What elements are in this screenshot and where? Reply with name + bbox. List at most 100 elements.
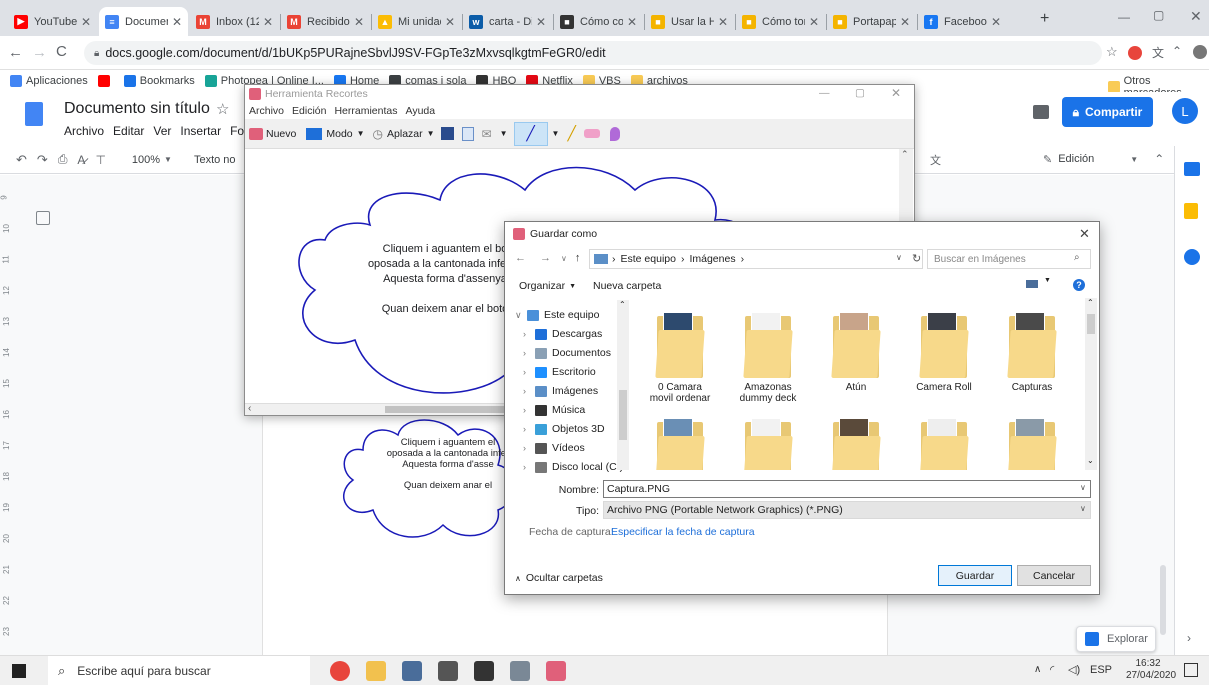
capture-date-link[interactable]: Especificar la fecha de captura [611,526,755,538]
docs-menu-item[interactable]: Ver [153,124,171,138]
snip-menu-item[interactable]: Archivo [249,105,284,117]
document-title[interactable]: Documento sin título [64,100,210,118]
explore-button[interactable]: Explorar [1076,626,1156,652]
scroll-up-icon[interactable]: ⌃ [619,300,626,309]
paint-format-icon[interactable]: ⊤ [95,153,105,167]
snip-menu-item[interactable]: Edición [292,105,326,117]
chevron-right-icon[interactable]: › [523,348,535,358]
breadcrumb[interactable]: › Este equipo › Imágenes › ∨ ↻ [589,249,923,269]
browser-tab[interactable]: ≡ Documen ✕ [99,7,188,36]
scroll-up-icon[interactable]: ⌃ [1087,298,1094,307]
scroll-thumb[interactable] [385,406,505,413]
file-explorer-icon[interactable] [366,661,386,681]
keep-icon[interactable] [1184,203,1198,219]
chevron-down-icon[interactable]: ▼ [1044,277,1051,284]
input-tools-icon[interactable]: 文 [930,152,941,168]
close-tab-icon[interactable]: ✕ [536,15,546,29]
chevron-right-icon[interactable]: › [1187,631,1191,645]
save-icon[interactable] [440,127,454,140]
wifi-icon[interactable]: ◜ [1050,663,1054,676]
close-tab-icon[interactable]: ✕ [809,15,819,29]
chrome-icon[interactable] [330,661,350,681]
docs-menu-item[interactable]: Editar [113,124,144,138]
close-tab-icon[interactable]: ✕ [354,15,364,29]
breadcrumb-item[interactable]: Este equipo [621,253,676,265]
close-tab-icon[interactable]: ✕ [900,15,910,29]
search-input[interactable]: Buscar en Imágenes ⌕ [927,249,1091,269]
avatar[interactable]: L [1172,98,1198,124]
nav-item[interactable]: › Imágenes [523,382,598,400]
scrollbar[interactable] [1160,565,1166,635]
nav-item[interactable]: › Escritorio [523,363,596,381]
extension-icon[interactable]: ⌃ [1172,44,1182,58]
calendar-icon[interactable] [1184,162,1200,176]
send-icon[interactable]: ✉ [482,127,492,141]
outline-icon[interactable] [36,211,50,225]
breadcrumb-item[interactable]: Imágenes [689,253,735,265]
close-tab-icon[interactable]: ✕ [263,15,273,29]
translate-icon[interactable]: 文 [1152,44,1164,61]
docs-logo-icon[interactable] [25,102,43,126]
folder-item[interactable] [645,418,715,470]
maximize-icon[interactable]: ▢ [855,87,865,99]
close-tab-icon[interactable]: ✕ [172,15,182,29]
close-tab-icon[interactable]: ✕ [718,15,728,29]
nav-item[interactable]: › Objetos 3D [523,420,605,438]
nav-item[interactable]: › Disco local (C:) [523,458,623,476]
scroll-thumb[interactable] [1087,314,1095,334]
chevron-right-icon[interactable]: › [523,462,535,472]
refresh-icon[interactable]: ↻ [912,252,921,265]
nav-item[interactable]: › Descargas [523,325,602,343]
nav-item[interactable]: ∨ Este equipo [515,306,599,324]
browser-tab[interactable]: ▶ YouTube ✕ [8,7,97,36]
chevron-right-icon[interactable]: › [523,405,535,415]
paint3d-icon[interactable] [609,126,620,141]
folder-item[interactable]: Atún [821,312,891,393]
language-indicator[interactable]: ESP [1090,664,1112,676]
inkscape-icon[interactable] [438,661,458,681]
browser-tab[interactable]: ■ Cómo con ✕ [554,7,643,36]
scroll-down-icon[interactable]: ⌄ [1087,456,1094,465]
eraser-icon[interactable] [583,129,600,138]
up-icon[interactable]: ↑ [575,252,581,264]
star-doc-icon[interactable]: ☆ [216,100,229,118]
file-type-select[interactable]: Archivo PNG (Portable Network Graphics) … [603,501,1091,519]
adblock-icon[interactable] [1128,46,1142,60]
browser-tab[interactable]: ■ Cómo tom ✕ [736,7,825,36]
bookmark-item[interactable]: Aplicaciones [10,75,88,87]
app-icon[interactable] [474,661,494,681]
print-icon[interactable]: ⎙ [58,152,68,167]
copy-icon[interactable] [461,126,474,141]
browser-tab[interactable]: M Inbox (12 ✕ [190,7,279,36]
browser-tab[interactable]: ■ Usar la He ✕ [645,7,734,36]
scroll-up-icon[interactable]: ⌃ [901,149,909,160]
folder-item[interactable] [821,418,891,470]
scroll-thumb[interactable] [619,390,627,440]
tasks-icon[interactable] [1184,249,1200,265]
editing-mode-select[interactable]: ✎ Edición ▼ ⌃ [1043,152,1164,166]
filename-input[interactable]: Captura.PNG ∨ [603,480,1091,498]
tray-chevron-icon[interactable]: ∧ [1034,664,1041,675]
chevron-right-icon[interactable]: › [523,443,535,453]
new-folder-button[interactable]: Nueva carpeta [593,280,661,292]
share-button[interactable]: 🔒︎ Compartir [1062,97,1153,127]
browser-tab[interactable]: M Recibidos ✕ [281,7,370,36]
windows-start-icon[interactable] [12,664,26,678]
files-scrollbar[interactable]: ⌃ ⌄ [1085,298,1097,470]
hide-folders-toggle[interactable]: ∧ Ocultar carpetas [515,572,603,584]
nav-item[interactable]: › Vídeos [523,439,585,457]
maximize-icon[interactable]: ▢ [1153,8,1164,22]
app-icon[interactable] [510,661,530,681]
browser-tab[interactable]: f Facebook ✕ [918,7,1007,36]
close-tab-icon[interactable]: ✕ [991,15,1001,29]
clock[interactable]: 16:32 27/04/2020 [1126,658,1176,682]
chevron-right-icon[interactable]: › [523,329,535,339]
nav-item[interactable]: › Música [523,401,585,419]
url-bar[interactable]: 🔒︎ docs.google.com/document/d/1bUKp5PURa… [84,41,1102,65]
nav-item[interactable]: › Documentos [523,344,611,362]
volume-icon[interactable]: ◁) [1068,663,1080,676]
chevron-right-icon[interactable]: › [523,386,535,396]
profile-icon[interactable] [1193,45,1207,59]
save-button[interactable]: Guardar [938,565,1012,586]
docs-menu-item[interactable]: Insertar [180,124,221,138]
